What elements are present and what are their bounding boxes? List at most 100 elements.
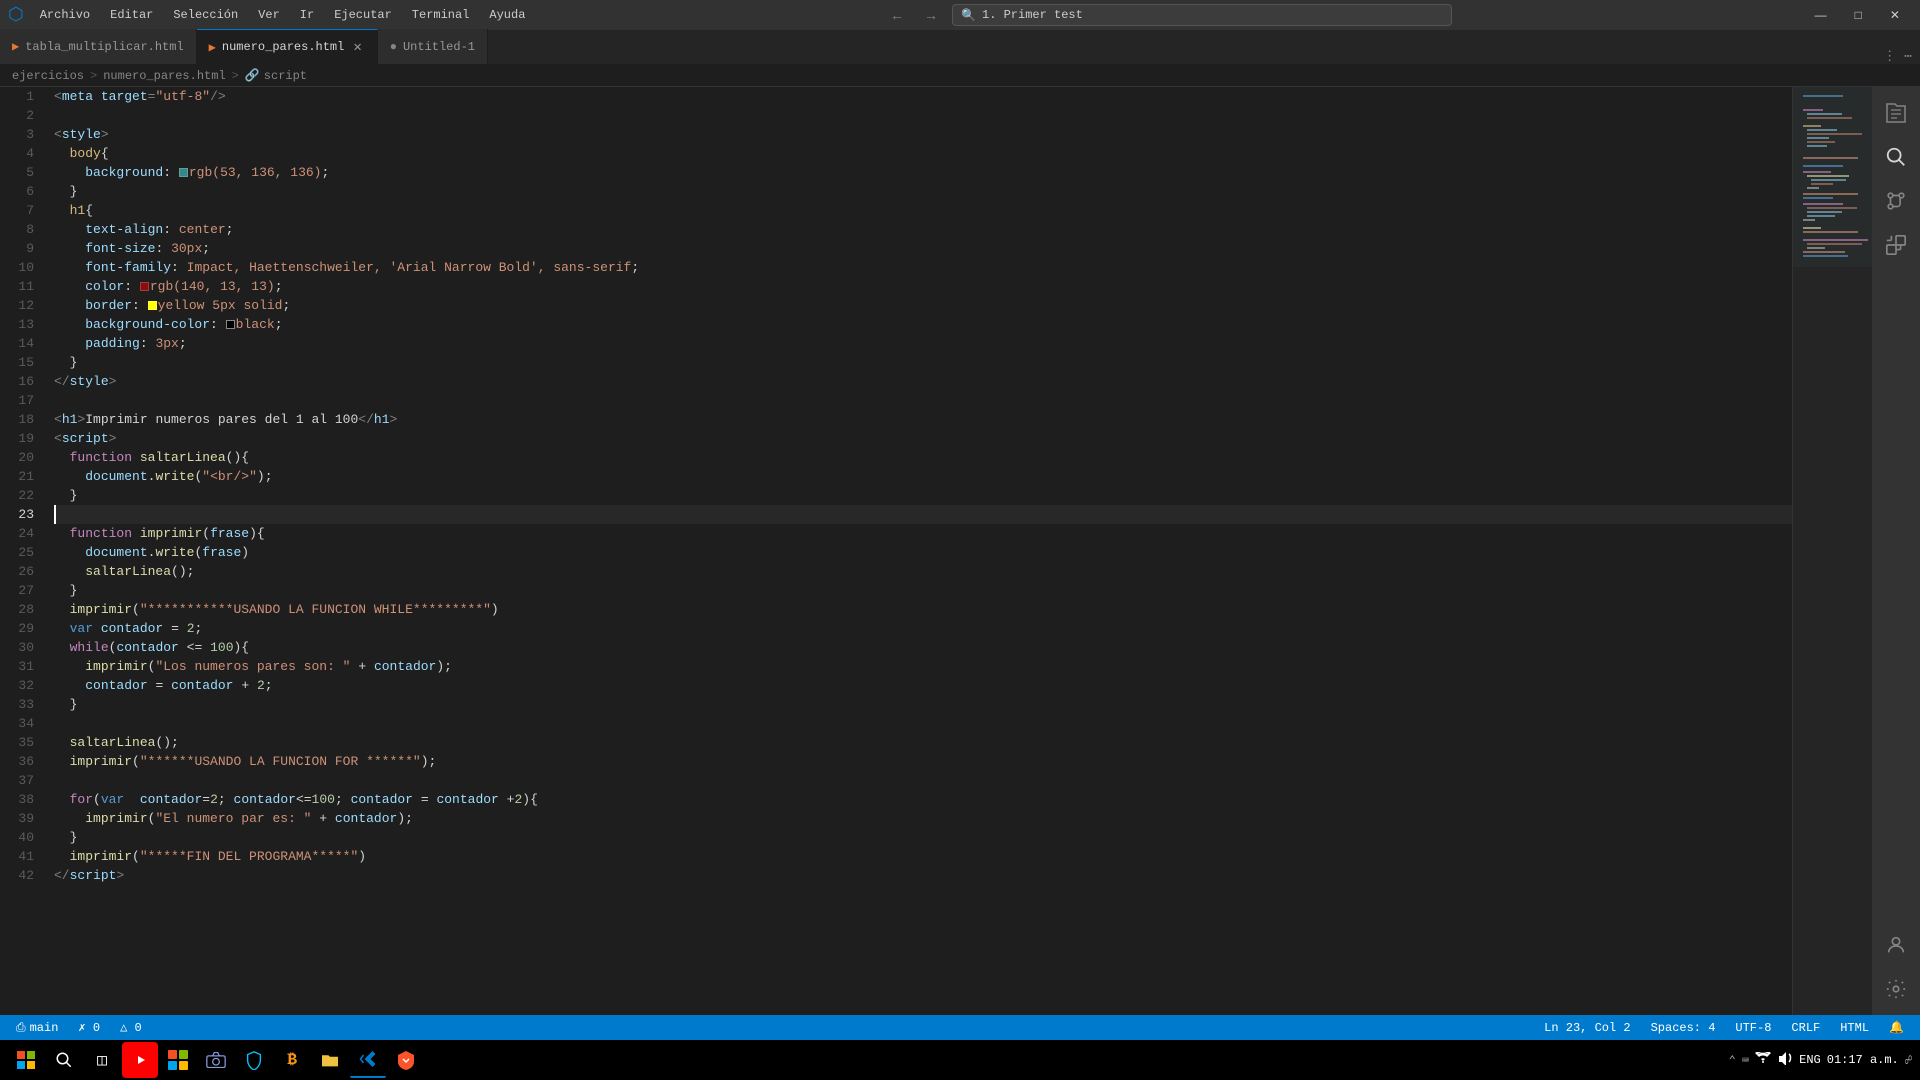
code-line-26: saltarLinea(); [54, 562, 1792, 581]
code-line-17 [54, 391, 1792, 410]
menu-terminal[interactable]: Terminal [404, 6, 478, 24]
more-actions-icon[interactable]: ⋯ [1904, 49, 1912, 64]
volume-svg [1777, 1051, 1793, 1065]
status-eol[interactable]: CRLF [1787, 1021, 1824, 1035]
menu-ir[interactable]: Ir [292, 6, 322, 24]
menu-bar: Archivo Editar Selección Ver Ir Ejecutar… [32, 6, 534, 24]
ln3: 3 [0, 125, 42, 144]
search-text: 1. Primer test [982, 8, 1083, 22]
status-errors[interactable]: ✗ 0 [74, 1020, 104, 1035]
breadcrumb-file[interactable]: numero_pares.html [103, 69, 225, 83]
source-control-icon[interactable] [1878, 183, 1914, 219]
code-area[interactable]: <meta target="utf-8"/> <style> body{ bac… [50, 87, 1792, 1015]
bitcoin-icon[interactable]: ₿ [274, 1042, 310, 1078]
ln6: 6 [0, 182, 42, 201]
split-editor-icon[interactable]: ⋮ [1883, 49, 1896, 64]
status-language[interactable]: HTML [1836, 1021, 1873, 1035]
close-button[interactable]: ✕ [1878, 4, 1912, 26]
status-bar: ⎙ main ✗ 0 △ 0 Ln 23, Col 2 Spaces: 4 UT… [0, 1015, 1920, 1040]
menu-ejecutar[interactable]: Ejecutar [326, 6, 400, 24]
code-line-39: imprimir("El numero par es: " + contador… [54, 809, 1792, 828]
activity-bar [1872, 87, 1920, 1015]
status-left: ⎙ main ✗ 0 △ 0 [12, 1020, 146, 1035]
start-button[interactable] [8, 1042, 44, 1078]
notification-icon[interactable]: ☍ [1905, 1053, 1912, 1068]
status-line-col[interactable]: Ln 23, Col 2 [1540, 1021, 1634, 1035]
code-line-4: body{ [54, 144, 1792, 163]
untitled-file-icon: ● [390, 40, 397, 54]
colorful-icon [168, 1050, 188, 1070]
tab-numero-pares[interactable]: ▶ numero_pares.html ✕ [197, 29, 378, 64]
status-branch[interactable]: ⎙ main [12, 1021, 62, 1035]
ln33: 33 [0, 695, 42, 714]
code-line-21: document.write("<br/>"); [54, 467, 1792, 486]
code-line-41: imprimir("*****FIN DEL PROGRAMA*****") [54, 847, 1792, 866]
search-taskbar-icon[interactable] [46, 1042, 82, 1078]
code-line-19: <script> [54, 429, 1792, 448]
ln29: 29 [0, 619, 42, 638]
ln15: 15 [0, 353, 42, 372]
vscode-taskbar-icon[interactable] [350, 1042, 386, 1078]
menu-seleccion[interactable]: Selección [165, 6, 246, 24]
youtube-icon[interactable] [122, 1042, 158, 1078]
folder-icon[interactable] [312, 1042, 348, 1078]
code-line-22: } [54, 486, 1792, 505]
tab-close-button[interactable]: ✕ [350, 38, 364, 57]
maximize-button[interactable]: □ [1843, 4, 1874, 26]
network-icon[interactable] [1755, 1052, 1771, 1068]
ln2: 2 [0, 106, 42, 125]
status-spaces[interactable]: Spaces: 4 [1647, 1021, 1720, 1035]
extensions-icon[interactable] [1878, 227, 1914, 263]
shield-icon-taskbar[interactable] [236, 1042, 272, 1078]
status-warnings[interactable]: △ 0 [116, 1020, 146, 1035]
tab-tabla-multiplicar[interactable]: ▶ tabla_multiplicar.html [0, 29, 197, 64]
breadcrumb-ejercicios[interactable]: ejercicios [12, 69, 84, 83]
time-display[interactable]: 01:17 a.m. [1827, 1053, 1899, 1067]
minimize-button[interactable]: — [1803, 4, 1839, 26]
code-line-11: color: rgb(140, 13, 13); [54, 277, 1792, 296]
ln36: 36 [0, 752, 42, 771]
ln25: 25 [0, 543, 42, 562]
ln8: 8 [0, 220, 42, 239]
menu-ver[interactable]: Ver [250, 6, 288, 24]
editor: 1 2 3 4 5 6 7 8 9 10 11 12 13 14 15 16 1… [0, 87, 1872, 1015]
menu-editar[interactable]: Editar [102, 6, 161, 24]
tab-untitled[interactable]: ● Untitled-1 [378, 29, 488, 64]
code-line-38: for(var contador=2; contador<=100; conta… [54, 790, 1792, 809]
ln38: 38 [0, 790, 42, 809]
minimap-canvas [1793, 87, 1872, 587]
menu-ayuda[interactable]: Ayuda [481, 6, 533, 24]
code-line-28: imprimir("***********USANDO LA FUNCION W… [54, 600, 1792, 619]
html-file-icon-active: ▶ [209, 40, 216, 55]
ln14: 14 [0, 334, 42, 353]
search-icon: 🔍 [961, 8, 976, 23]
tab-actions: ⋮ ⋯ [1875, 49, 1920, 64]
search-sidebar-icon[interactable] [1878, 139, 1914, 175]
code-line-23 [54, 505, 1792, 524]
brave-icon[interactable] [388, 1042, 424, 1078]
taskbar-right: ⌃ ⌨ ENG 01:17 a.m. ☍ [1729, 1051, 1912, 1069]
language-text-taskbar[interactable]: ENG [1799, 1053, 1821, 1067]
camera-svg [206, 1052, 226, 1068]
app-icon-3[interactable] [160, 1042, 196, 1078]
taskview-icon[interactable]: ◫ [84, 1042, 120, 1078]
breadcrumb: ejercicios > numero_pares.html > 🔗 scrip… [0, 65, 1920, 87]
tab-bar: ▶ tabla_multiplicar.html ▶ numero_pares.… [0, 30, 1920, 65]
status-encoding[interactable]: UTF-8 [1731, 1021, 1775, 1035]
back-button[interactable]: ← [884, 5, 910, 25]
up-arrow-icon[interactable]: ⌃ [1729, 1053, 1736, 1068]
main-area: 1 2 3 4 5 6 7 8 9 10 11 12 13 14 15 16 1… [0, 87, 1920, 1015]
breadcrumb-section[interactable]: 🔗 script [245, 68, 307, 83]
account-icon[interactable] [1878, 927, 1914, 963]
ln23: 23 [0, 505, 42, 524]
explorer-icon[interactable] [1878, 95, 1914, 131]
menu-archivo[interactable]: Archivo [32, 6, 98, 24]
search-bar[interactable]: 🔍 1. Primer test [952, 4, 1452, 26]
settings-icon[interactable] [1878, 971, 1914, 1007]
camera-icon[interactable] [198, 1042, 234, 1078]
ln22: 22 [0, 486, 42, 505]
status-feedback[interactable]: 🔔 [1885, 1020, 1908, 1035]
forward-button[interactable]: → [918, 5, 944, 25]
volume-icon[interactable] [1777, 1051, 1793, 1069]
code-line-1: <meta target="utf-8"/> [54, 87, 1792, 106]
